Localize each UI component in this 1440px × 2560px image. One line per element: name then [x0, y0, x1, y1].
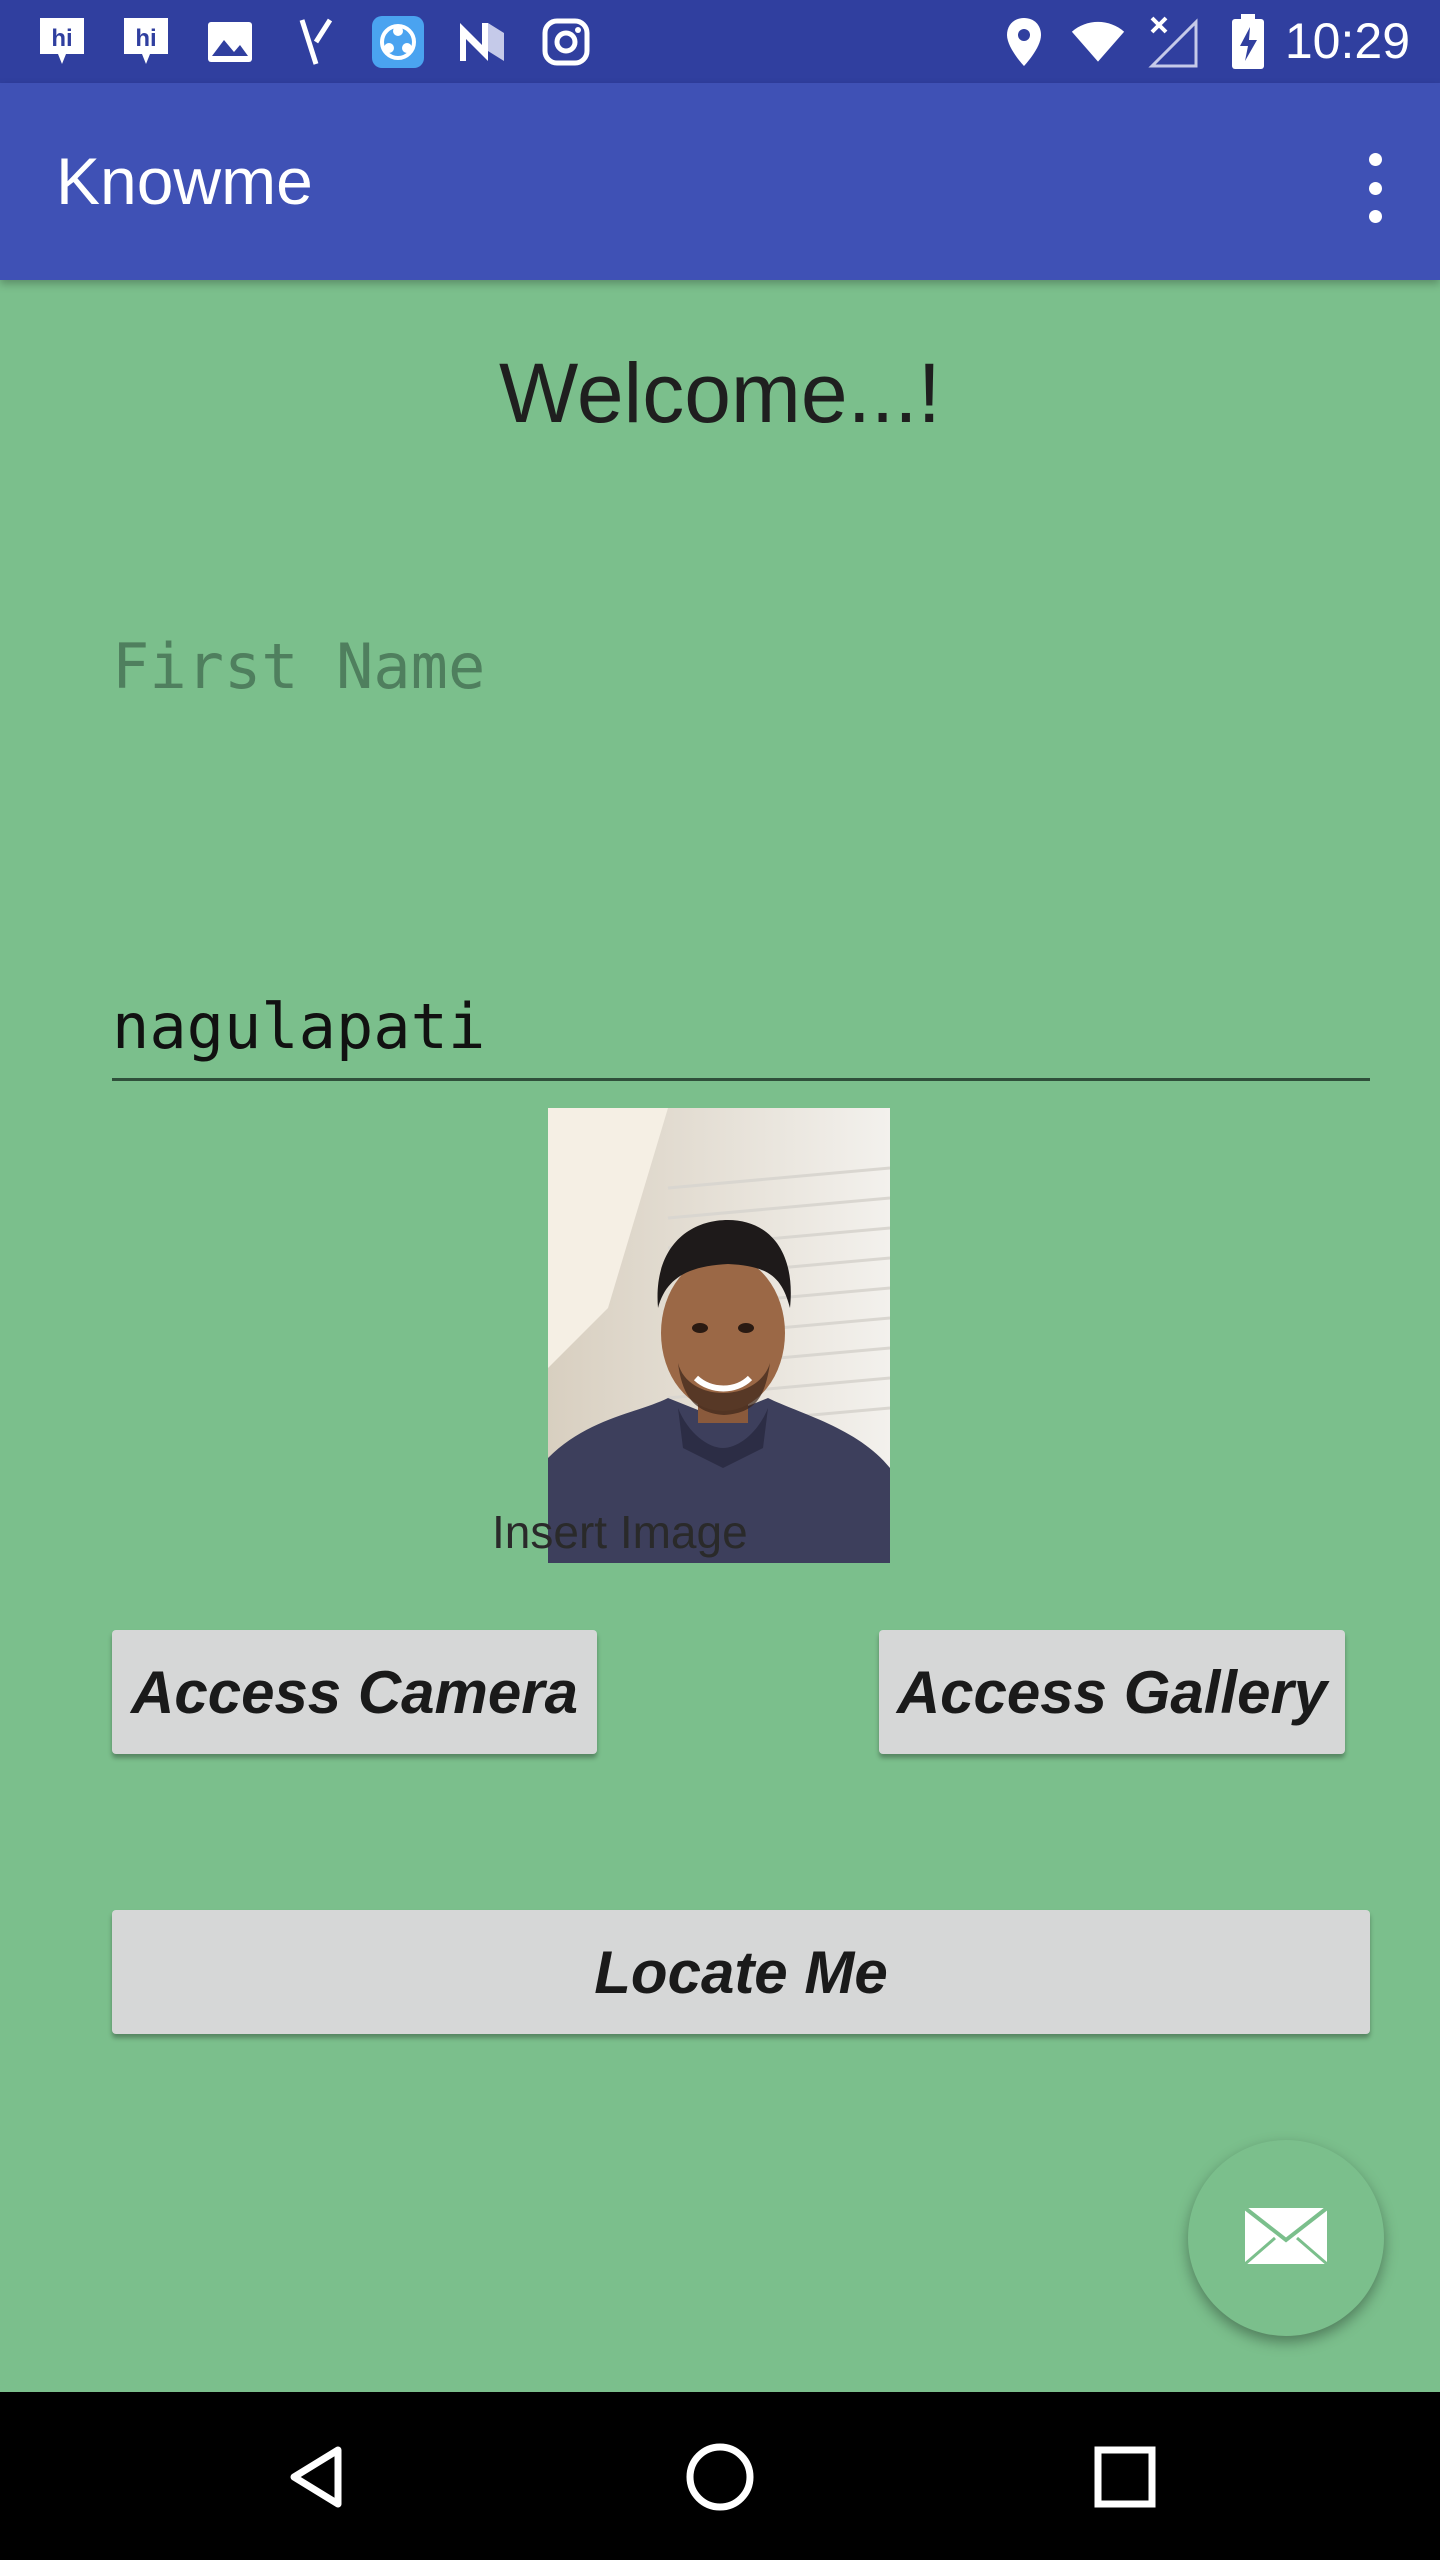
back-icon[interactable] — [272, 2432, 362, 2522]
hike-icon: hi — [118, 14, 174, 70]
gallery-icon — [202, 14, 258, 70]
home-icon[interactable] — [675, 2432, 765, 2522]
svg-text:hi: hi — [135, 25, 156, 52]
no-signal-icon — [1146, 14, 1202, 70]
recents-icon[interactable] — [1080, 2432, 1170, 2522]
first-name-field[interactable]: First Name — [112, 630, 1370, 703]
location-icon — [996, 14, 1052, 70]
access-camera-button[interactable]: Access Camera — [112, 1630, 597, 1754]
welcome-heading: Welcome...! — [499, 346, 941, 440]
navigation-bar — [0, 2392, 1440, 2560]
hike-icon: hi — [34, 14, 90, 70]
status-time: 10:29 — [1284, 13, 1410, 69]
insert-image-label: Insert Image — [492, 1506, 748, 1558]
locate-me-button[interactable]: Locate Me — [112, 1910, 1370, 2034]
profile-photo[interactable] — [548, 1108, 890, 1563]
overflow-menu-icon[interactable] — [1350, 153, 1400, 223]
compass-icon — [288, 14, 344, 70]
last-name-field[interactable]: nagulapati — [112, 990, 1370, 1081]
email-fab-button[interactable] — [1188, 2140, 1384, 2336]
n-icon — [454, 14, 510, 70]
status-bar: hi hi 10:29 — [0, 0, 1440, 83]
battery-charging-icon — [1220, 14, 1276, 70]
shareit-icon — [370, 14, 426, 70]
app-title: Knowme — [56, 144, 313, 218]
email-icon — [1243, 2205, 1329, 2271]
wifi-icon — [1070, 14, 1126, 70]
app-bar: Knowme — [0, 83, 1440, 280]
access-gallery-button[interactable]: Access Gallery — [879, 1630, 1345, 1754]
svg-text:hi: hi — [51, 25, 72, 52]
instagram-icon — [538, 14, 594, 70]
